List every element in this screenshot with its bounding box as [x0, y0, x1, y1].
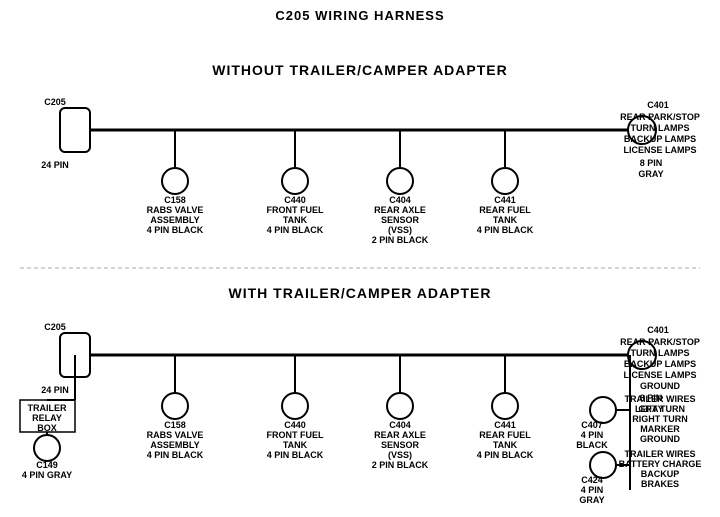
svg-text:4 PIN GRAY: 4 PIN GRAY [22, 470, 72, 480]
svg-text:ASSEMBLY: ASSEMBLY [150, 440, 199, 450]
svg-text:C158: C158 [164, 195, 186, 205]
svg-text:BACKUP: BACKUP [641, 469, 680, 479]
svg-text:BACKUP LAMPS: BACKUP LAMPS [624, 134, 696, 144]
svg-text:C205: C205 [44, 97, 66, 107]
svg-text:RABS VALVE: RABS VALVE [147, 430, 204, 440]
svg-text:(VSS): (VSS) [388, 225, 412, 235]
svg-text:GRAY: GRAY [638, 169, 663, 179]
svg-text:BOX: BOX [37, 423, 57, 433]
svg-text:(VSS): (VSS) [388, 450, 412, 460]
svg-text:8 PIN: 8 PIN [640, 158, 663, 168]
svg-text:C149: C149 [36, 460, 58, 470]
svg-text:TANK: TANK [283, 440, 308, 450]
svg-text:FRONT FUEL: FRONT FUEL [267, 205, 324, 215]
svg-text:GROUND: GROUND [640, 381, 680, 391]
bottom-section-label: WITH TRAILER/CAMPER ADAPTER [229, 285, 492, 301]
svg-text:SENSOR: SENSOR [381, 440, 420, 450]
svg-text:4 PIN BLACK: 4 PIN BLACK [267, 225, 324, 235]
svg-text:REAR PARK/STOP: REAR PARK/STOP [620, 337, 700, 347]
svg-text:C441: C441 [494, 420, 516, 430]
top-section-label: WITHOUT TRAILER/CAMPER ADAPTER [212, 62, 507, 78]
svg-text:C401: C401 [647, 100, 669, 110]
svg-text:2 PIN BLACK: 2 PIN BLACK [372, 460, 429, 470]
svg-text:4 PIN: 4 PIN [581, 485, 604, 495]
svg-text:TRAILER WIRES: TRAILER WIRES [625, 449, 696, 459]
svg-text:4 PIN BLACK: 4 PIN BLACK [147, 225, 204, 235]
svg-text:TRAILER: TRAILER [28, 403, 67, 413]
svg-text:LEFT TURN: LEFT TURN [635, 404, 685, 414]
svg-text:BATTERY CHARGE: BATTERY CHARGE [619, 459, 702, 469]
svg-text:C407: C407 [581, 420, 603, 430]
svg-text:4 PIN BLACK: 4 PIN BLACK [267, 450, 324, 460]
svg-text:TURN LAMPS: TURN LAMPS [631, 348, 690, 358]
svg-text:4 PIN BLACK: 4 PIN BLACK [477, 450, 534, 460]
svg-text:C440: C440 [284, 420, 306, 430]
svg-text:RIGHT TURN: RIGHT TURN [632, 414, 688, 424]
svg-text:LICENSE LAMPS: LICENSE LAMPS [623, 145, 696, 155]
svg-text:TANK: TANK [493, 215, 518, 225]
svg-text:BRAKES: BRAKES [641, 479, 679, 489]
svg-text:C440: C440 [284, 195, 306, 205]
wiring-diagram: WITHOUT TRAILER/CAMPER ADAPTER C205 24 P… [0, 0, 720, 517]
svg-text:C441: C441 [494, 195, 516, 205]
svg-text:GROUND: GROUND [640, 434, 680, 444]
svg-text:C401: C401 [647, 325, 669, 335]
svg-text:SENSOR: SENSOR [381, 215, 420, 225]
svg-text:24 PIN: 24 PIN [41, 385, 69, 395]
svg-text:TANK: TANK [283, 215, 308, 225]
svg-text:2 PIN BLACK: 2 PIN BLACK [372, 235, 429, 245]
svg-text:MARKER: MARKER [640, 424, 680, 434]
svg-text:TANK: TANK [493, 440, 518, 450]
svg-text:4 PIN BLACK: 4 PIN BLACK [147, 450, 204, 460]
diagram-container: C205 WIRING HARNESS WITHOUT TRAILER/CAMP… [0, 0, 720, 517]
svg-text:REAR AXLE: REAR AXLE [374, 430, 426, 440]
svg-text:REAR FUEL: REAR FUEL [479, 205, 531, 215]
svg-text:4 PIN BLACK: 4 PIN BLACK [477, 225, 534, 235]
svg-text:FRONT FUEL: FRONT FUEL [267, 430, 324, 440]
svg-text:REAR AXLE: REAR AXLE [374, 205, 426, 215]
svg-text:24 PIN: 24 PIN [41, 160, 69, 170]
svg-text:4 PIN: 4 PIN [581, 430, 604, 440]
svg-text:LICENSE LAMPS: LICENSE LAMPS [623, 370, 696, 380]
svg-text:RELAY: RELAY [32, 413, 62, 423]
svg-text:TRAILER WIRES: TRAILER WIRES [625, 394, 696, 404]
svg-text:C424: C424 [581, 475, 603, 485]
svg-text:C404: C404 [389, 195, 411, 205]
svg-text:BACKUP LAMPS: BACKUP LAMPS [624, 359, 696, 369]
svg-text:C404: C404 [389, 420, 411, 430]
svg-text:C158: C158 [164, 420, 186, 430]
svg-text:TURN LAMPS: TURN LAMPS [631, 123, 690, 133]
svg-text:RABS VALVE: RABS VALVE [147, 205, 204, 215]
svg-text:C205: C205 [44, 322, 66, 332]
svg-text:BLACK: BLACK [576, 440, 608, 450]
svg-text:REAR PARK/STOP: REAR PARK/STOP [620, 112, 700, 122]
svg-text:ASSEMBLY: ASSEMBLY [150, 215, 199, 225]
svg-text:GRAY: GRAY [579, 495, 604, 505]
svg-text:REAR FUEL: REAR FUEL [479, 430, 531, 440]
